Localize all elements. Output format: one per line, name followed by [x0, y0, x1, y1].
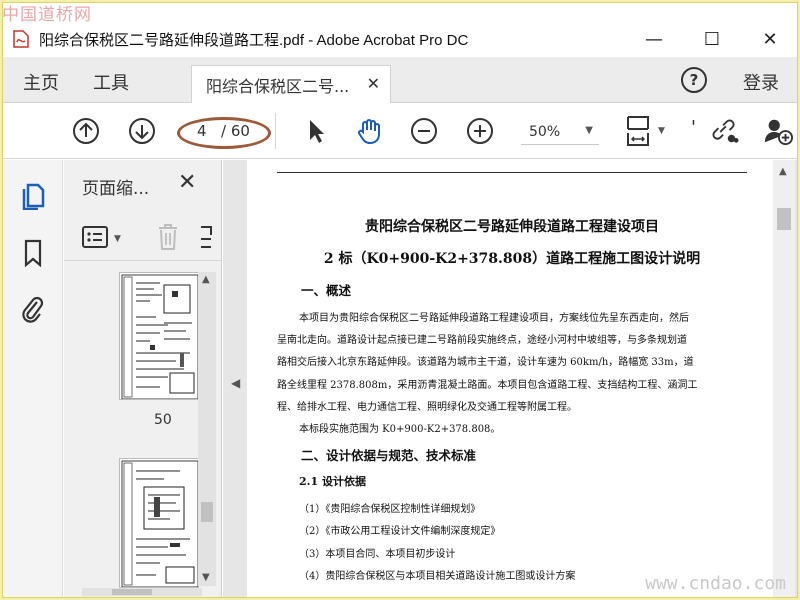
thumbnail-hscrollbar[interactable]: [82, 588, 202, 596]
section-heading: 一、概述: [301, 283, 352, 298]
minimize-button[interactable]: —: [625, 21, 683, 57]
tab-document[interactable]: 阳综合保税区二号... ✕: [191, 65, 391, 103]
delete-page-icon[interactable]: [156, 223, 180, 255]
page-thumbnail-51[interactable]: [119, 458, 199, 588]
zoom-out-icon[interactable]: [409, 116, 439, 146]
help-icon[interactable]: ?: [681, 67, 707, 93]
watermark-bottom: www.cndao.com: [645, 573, 786, 594]
toolbar-divider: [275, 113, 276, 149]
login-button[interactable]: 登录: [743, 69, 779, 95]
zoom-value: 50%: [529, 123, 561, 140]
thumbnail-hscroll-thumb[interactable]: [112, 589, 152, 595]
list-item: （4）贵阳综合保税区与本项目相关道路设计施工图或设计方案: [299, 571, 576, 582]
list-item: （3）本项目合同、本项目初步设计: [299, 549, 456, 560]
panel-toolbar: ▼: [64, 215, 222, 261]
section-heading: 二、设计依据与规范、技术标准: [301, 448, 477, 463]
more-tools-icon[interactable]: [199, 223, 213, 255]
partial-tool-icon[interactable]: ': [691, 117, 696, 138]
chevron-down-icon: ▼: [585, 125, 593, 136]
tabs-bar: 主页 工具 阳综合保税区二号... ✕ ? 登录: [3, 57, 797, 103]
page-thumbnail-50[interactable]: [119, 272, 199, 400]
annotation-ellipse: [177, 117, 271, 149]
zoom-select[interactable]: 50% ▼: [521, 119, 599, 145]
scroll-down-icon[interactable]: ▼: [202, 572, 210, 583]
tab-home[interactable]: 主页: [23, 69, 59, 95]
bookmarks-icon[interactable]: [19, 238, 47, 268]
left-rail: [3, 160, 63, 597]
panel-close-icon[interactable]: ✕: [178, 170, 196, 195]
attachments-icon[interactable]: [19, 294, 47, 324]
tab-document-label: 阳综合保税区二号...: [206, 76, 350, 96]
maximize-button[interactable]: ☐: [683, 21, 741, 57]
page-thumbnails-panel: 页面缩... ✕ ▼ 50 ▲ ▼: [64, 160, 222, 597]
pdf-page: 贵阳综合保税区二号路延伸段道路工程建设项目 2 标（K0+900-K2+378.…: [247, 160, 777, 597]
document-view[interactable]: ◀ 贵阳综合保税区二号路延伸段道路工程建设项目 2 标（K0+900-K2+37…: [223, 160, 797, 597]
window-title: 阳综合保税区二号路延伸段道路工程.pdf - Adobe Acrobat Pro…: [39, 31, 469, 49]
previous-page-icon[interactable]: [71, 116, 101, 146]
page-header-rule: [277, 172, 747, 173]
title-bar: 阳综合保税区二号路延伸段道路工程.pdf - Adobe Acrobat Pro…: [3, 21, 797, 57]
paragraph-line: 本标段实施范围为 K0+900-K2+378.808。: [299, 424, 501, 435]
zoom-in-icon[interactable]: [465, 116, 495, 146]
paragraph-line: 程、给排水工程、电力通信工程、照明绿化及交通工程等附属工程。: [277, 402, 577, 413]
scroll-up-icon[interactable]: ▲: [202, 274, 210, 285]
document-scroll-thumb[interactable]: [777, 208, 791, 230]
subsection-heading: 2.1 设计依据: [299, 475, 366, 488]
panel-title: 页面缩...: [82, 179, 150, 199]
scroll-up-icon[interactable]: ▲: [779, 166, 787, 177]
thumbnail-scroll-thumb[interactable]: [201, 502, 213, 522]
acrobat-window: 阳综合保税区二号路延伸段道路工程.pdf - Adobe Acrobat Pro…: [2, 2, 798, 598]
close-window-button[interactable]: ✕: [741, 21, 797, 57]
chevron-down-icon[interactable]: ▼: [114, 234, 121, 244]
page-thumbnails-icon[interactable]: [19, 180, 47, 210]
fit-page-icon[interactable]: [621, 116, 655, 146]
add-user-icon[interactable]: [763, 116, 793, 146]
collapse-panel-icon[interactable]: ◀: [231, 376, 240, 390]
main-toolbar: 4 / 60 50% ▼ ▼ ': [3, 103, 797, 159]
tab-tools[interactable]: 工具: [93, 69, 129, 95]
watermark-top: 中国道桥网: [2, 5, 92, 25]
thumbnail-page-number: 50: [154, 412, 172, 428]
select-arrow-icon[interactable]: [301, 116, 331, 146]
paragraph-line: 本项目为贵阳综合保税区二号路延伸段道路工程建设项目，方案线位先呈东西走向，然后: [299, 313, 689, 324]
thumbnail-options-icon[interactable]: [82, 225, 108, 253]
paragraph-line: 路相交后接入北京东路延伸段。该道路为城市主干道，设计车速为 60km/h，路幅宽…: [277, 357, 694, 368]
list-item: （1）《贵阳综合保税区控制性详细规划》: [299, 504, 481, 515]
list-item: （2）《市政公用工程设计文件编制深度规定》: [299, 526, 501, 537]
next-page-icon[interactable]: [127, 116, 157, 146]
hand-tool-icon[interactable]: [355, 116, 385, 146]
document-scrollbar[interactable]: ▲: [773, 160, 795, 597]
paragraph-line: 呈南北走向。道路设计起点接已建二号路前段实施终点，途经小河村中坡组等，与多条规划…: [277, 335, 687, 346]
thumbnail-scrollbar[interactable]: ▲ ▼: [198, 272, 216, 586]
tab-close-icon[interactable]: ✕: [367, 74, 380, 93]
paragraph-line: 路全线里程 2378.808m，采用沥青混凝土路面。本项目包含道路工程、支挡结构…: [277, 380, 698, 391]
share-link-icon[interactable]: [709, 116, 739, 146]
pdf-file-icon: [13, 30, 29, 48]
chevron-down-icon[interactable]: ▼: [658, 126, 665, 136]
doc-title-line2: 2 标（K0+900-K2+378.808）道路工程施工图设计说明: [323, 251, 701, 267]
doc-title-line1: 贵阳综合保税区二号路延伸段道路工程建设项目: [365, 219, 659, 235]
